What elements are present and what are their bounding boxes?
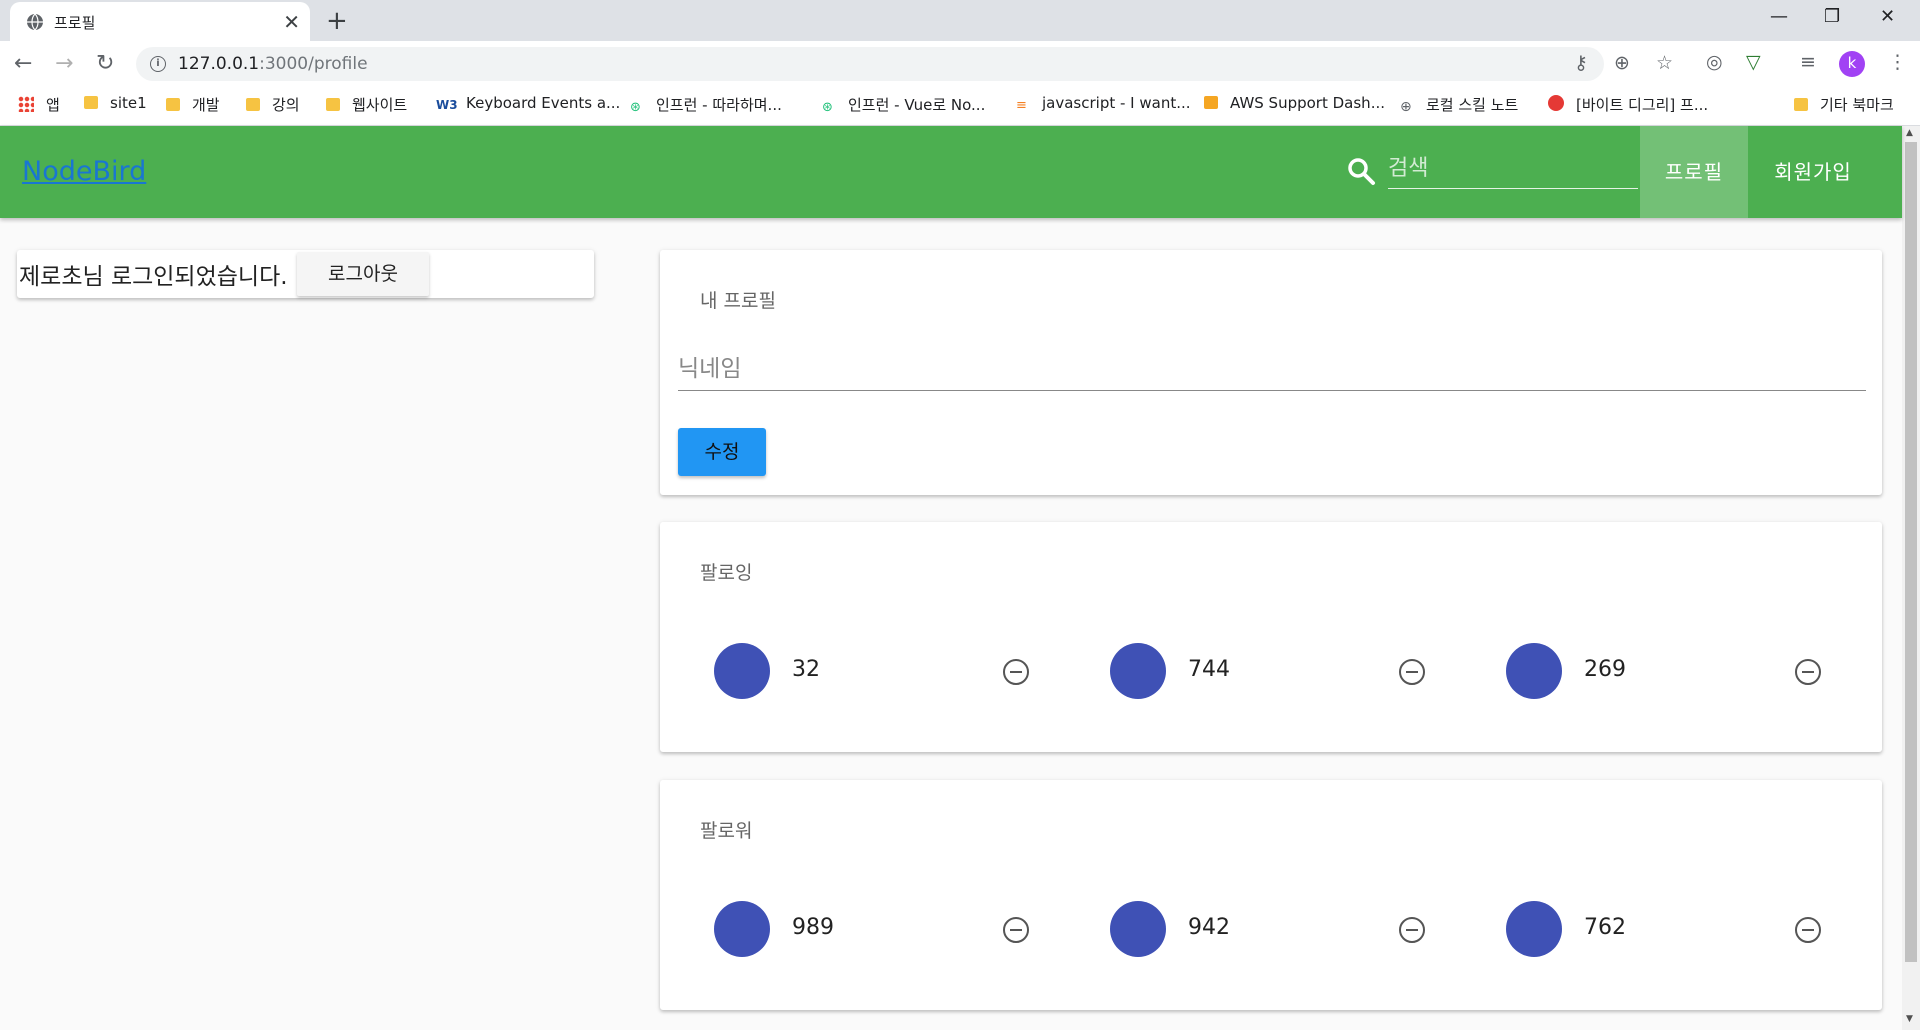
brand-link[interactable]: NodeBird bbox=[22, 156, 146, 187]
bookmark-inflearn-2[interactable]: ⊛ 인프런 - Vue로 No... bbox=[822, 94, 985, 115]
scroll-down-icon[interactable]: ▼ bbox=[1906, 1014, 1913, 1024]
followers-card: 팔로워 989 942 762 bbox=[660, 780, 1882, 1010]
bookmark-site1[interactable]: site1 bbox=[84, 94, 147, 112]
folder-icon bbox=[326, 98, 340, 111]
logout-button[interactable]: 로그아웃 bbox=[297, 252, 429, 296]
media-control-icon[interactable]: ≡ bbox=[1800, 51, 1816, 73]
bookmark-lecture[interactable]: 강의 bbox=[246, 94, 300, 115]
extension-icon[interactable]: ◎ bbox=[1706, 51, 1723, 73]
nav-signup-button[interactable]: 회원가입 bbox=[1748, 126, 1878, 218]
back-icon[interactable]: ← bbox=[14, 51, 32, 76]
bookmark-stackoverflow[interactable]: ≡ javascript - I want... bbox=[1016, 94, 1191, 113]
avatar bbox=[1506, 901, 1562, 957]
list-item: 942 bbox=[1110, 901, 1506, 961]
bookmark-bytedegree[interactable]: [바이트 디그리] 프... bbox=[1548, 94, 1708, 115]
avatar bbox=[1110, 643, 1166, 699]
w3-icon: W3 bbox=[436, 98, 458, 112]
user-name: 942 bbox=[1188, 915, 1230, 940]
user-name: 989 bbox=[792, 915, 834, 940]
bookmark-dev[interactable]: 개발 bbox=[166, 94, 220, 115]
zoom-icon[interactable]: ⊕ bbox=[1614, 52, 1630, 74]
scrollbar-thumb[interactable] bbox=[1905, 142, 1917, 962]
profile-card: 내 프로필 수정 bbox=[660, 250, 1882, 495]
minus-circle-icon[interactable] bbox=[1398, 916, 1426, 944]
following-card: 팔로잉 32 744 269 bbox=[660, 522, 1882, 752]
list-item: 269 bbox=[1506, 643, 1902, 703]
globe-icon bbox=[27, 13, 43, 31]
minus-circle-icon[interactable] bbox=[1794, 916, 1822, 944]
search-input[interactable] bbox=[1388, 148, 1638, 189]
folder-icon bbox=[166, 98, 180, 111]
close-tab-icon[interactable]: ✕ bbox=[283, 10, 300, 34]
bookmark-other[interactable]: 기타 북마크 bbox=[1794, 94, 1894, 115]
followers-title: 팔로워 bbox=[700, 820, 753, 842]
user-name: 32 bbox=[792, 657, 820, 682]
minus-circle-icon[interactable] bbox=[1794, 658, 1822, 686]
close-window-icon[interactable]: ✕ bbox=[1880, 6, 1895, 27]
menu-icon[interactable]: ⋮ bbox=[1888, 51, 1907, 73]
tab-title: 프로필 bbox=[54, 14, 96, 32]
apps-grid-icon bbox=[18, 96, 34, 112]
following-title: 팔로잉 bbox=[700, 562, 753, 584]
search-icon[interactable] bbox=[1346, 156, 1376, 186]
user-name: 744 bbox=[1188, 657, 1230, 682]
tab-bar: 프로필 ✕ + — ❐ ✕ bbox=[0, 0, 1920, 41]
avatar bbox=[714, 901, 770, 957]
nav-profile-button[interactable]: 프로필 bbox=[1640, 126, 1748, 218]
address-bar[interactable]: i 127.0.0.1:3000/profile ⚷ ⊕ ☆ bbox=[136, 47, 1673, 81]
star-icon[interactable]: ☆ bbox=[1656, 52, 1673, 74]
bookmark-website[interactable]: 웹사이트 bbox=[326, 94, 407, 115]
minus-circle-icon[interactable] bbox=[1002, 658, 1030, 686]
page-scrollbar[interactable]: ▲ ▼ bbox=[1902, 126, 1920, 1030]
login-message: 제로초님 로그인되었습니다. bbox=[19, 264, 288, 290]
url-text[interactable]: 127.0.0.1:3000/profile bbox=[178, 54, 368, 74]
browser-toolbar: ← → ↻ i 127.0.0.1:3000/profile ⚷ ⊕ ☆ ◎ ▽… bbox=[0, 41, 1920, 88]
key-icon[interactable]: ⚷ bbox=[1574, 52, 1588, 74]
profile-avatar[interactable]: k bbox=[1839, 51, 1865, 77]
scroll-up-icon[interactable]: ▲ bbox=[1906, 128, 1913, 138]
bookmark-local-skill[interactable]: ⊕ 로컬 스킬 노트 bbox=[1400, 94, 1518, 115]
bookmark-aws[interactable]: AWS Support Dash... bbox=[1204, 94, 1385, 112]
inflearn-icon: ⊛ bbox=[822, 100, 833, 115]
inflearn-icon: ⊛ bbox=[630, 100, 641, 115]
folder-icon bbox=[84, 96, 98, 109]
info-icon[interactable]: i bbox=[150, 56, 166, 72]
minimize-icon[interactable]: — bbox=[1770, 6, 1788, 27]
list-item: 744 bbox=[1110, 643, 1506, 703]
user-name: 762 bbox=[1584, 915, 1626, 940]
profile-title: 내 프로필 bbox=[700, 290, 776, 312]
folder-icon bbox=[246, 98, 260, 111]
list-item: 762 bbox=[1506, 901, 1902, 961]
nickname-input[interactable] bbox=[678, 348, 1866, 391]
minus-circle-icon[interactable] bbox=[1002, 916, 1030, 944]
stackoverflow-icon: ≡ bbox=[1016, 98, 1027, 113]
list-item: 32 bbox=[714, 643, 1110, 703]
bookmark-inflearn-1[interactable]: ⊛ 인프런 - 따라하며... bbox=[630, 94, 782, 115]
new-tab-icon[interactable]: + bbox=[326, 6, 348, 36]
minus-circle-icon[interactable] bbox=[1398, 658, 1426, 686]
vue-devtools-icon[interactable]: ▽ bbox=[1746, 51, 1761, 73]
edit-button[interactable]: 수정 bbox=[678, 428, 766, 476]
bookmark-apps[interactable]: 앱 bbox=[18, 94, 60, 115]
avatar bbox=[714, 643, 770, 699]
bookmarks-bar: 앱 site1 개발 강의 웹사이트 W3 Keyboard Events a..… bbox=[0, 88, 1920, 126]
bookmark-keyboard-events[interactable]: W3 Keyboard Events a... bbox=[436, 94, 620, 112]
avatar bbox=[1506, 643, 1562, 699]
folder-icon bbox=[1794, 98, 1808, 111]
list-item: 989 bbox=[714, 901, 1110, 961]
avatar bbox=[1110, 901, 1166, 957]
browser-tab[interactable]: 프로필 ✕ bbox=[10, 2, 310, 41]
restore-icon[interactable]: ❐ bbox=[1824, 6, 1840, 27]
bytedegree-icon bbox=[1548, 95, 1564, 111]
reload-icon[interactable]: ↻ bbox=[96, 51, 114, 76]
app-header: NodeBird 프로필 회원가입 bbox=[0, 126, 1902, 218]
aws-icon bbox=[1204, 96, 1218, 109]
user-name: 269 bbox=[1584, 657, 1626, 682]
login-card: 제로초님 로그인되었습니다. 로그아웃 bbox=[17, 250, 594, 298]
globe-icon: ⊕ bbox=[1400, 99, 1412, 115]
forward-icon[interactable]: → bbox=[55, 51, 73, 76]
